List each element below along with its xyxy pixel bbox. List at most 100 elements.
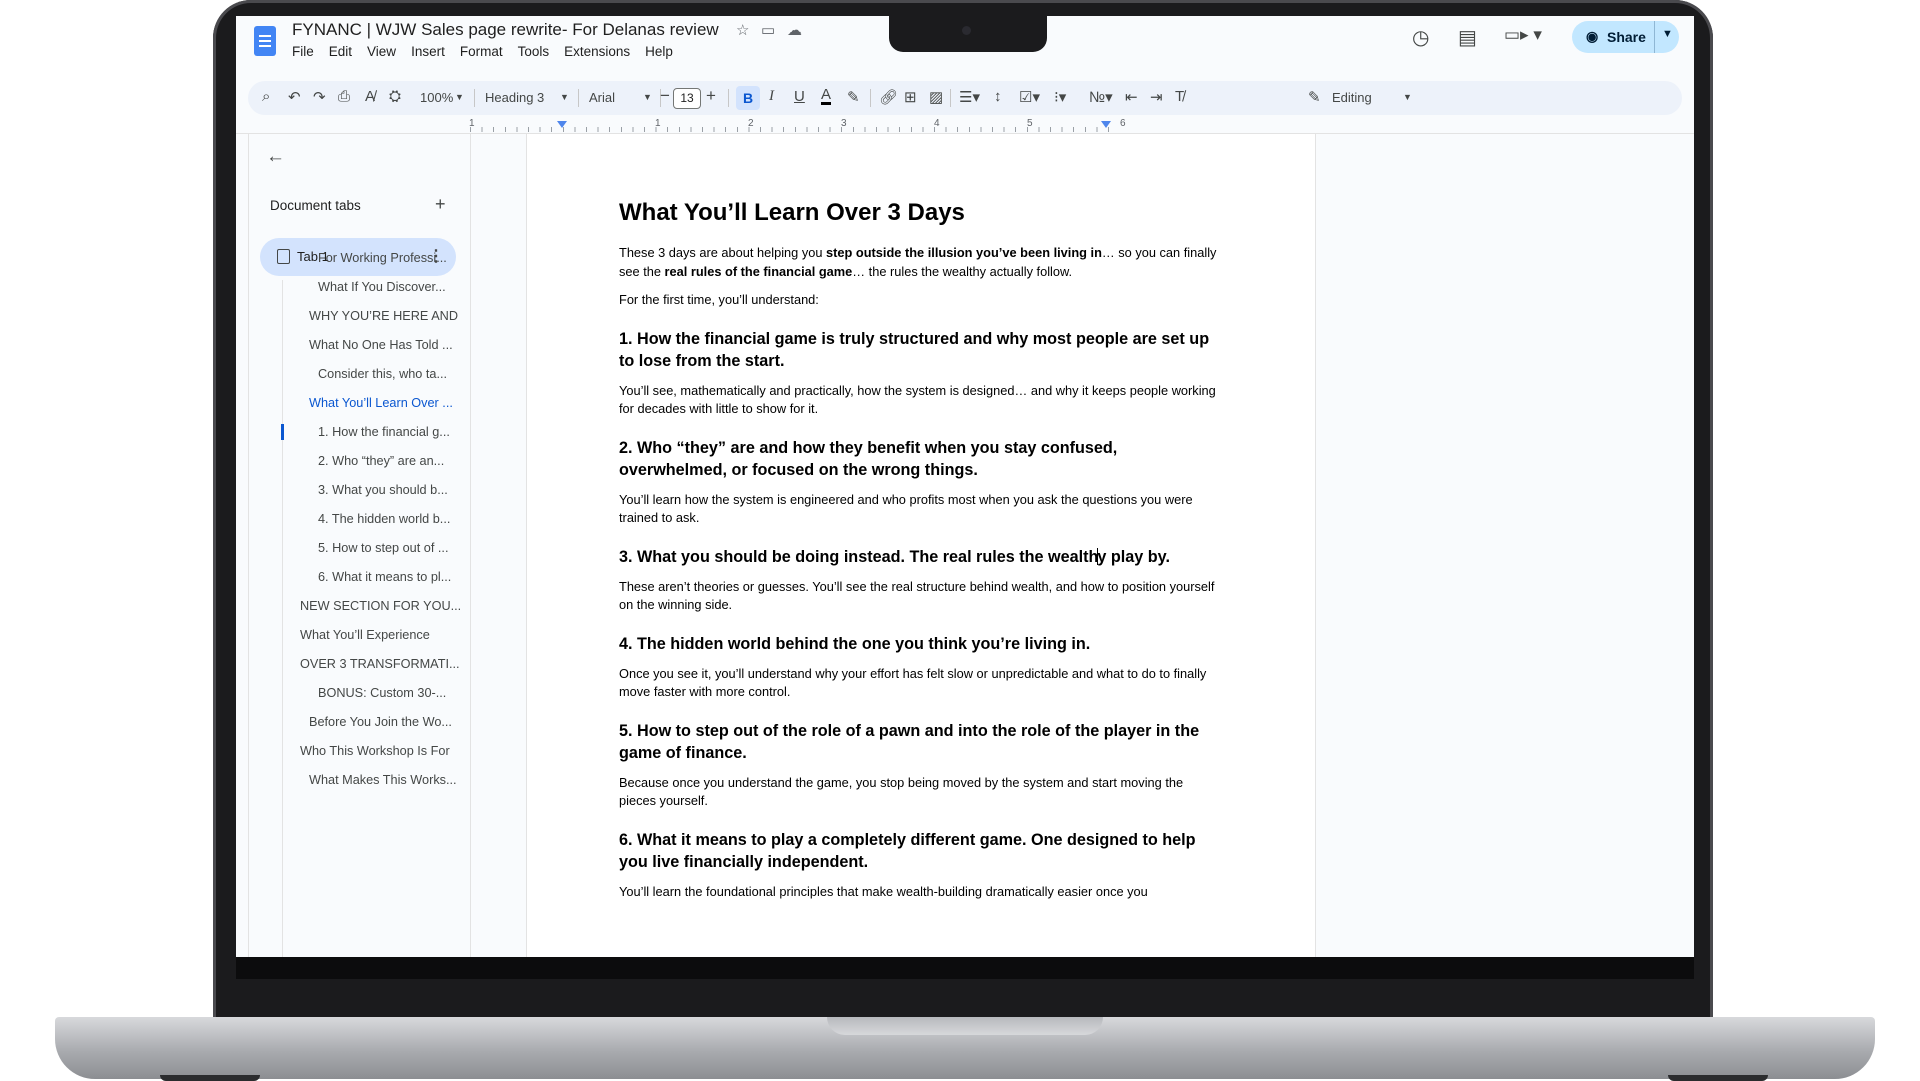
share-button[interactable]: ◉ Share ▼ bbox=[1572, 21, 1679, 53]
toolbar: ⌕ ↶ ↷ ⎙ A̸ ⛭ 100% ▼ Heading 3 ▼ Arial ▼ … bbox=[248, 81, 1682, 115]
undo-icon[interactable]: ↶ bbox=[288, 88, 301, 106]
style-select[interactable]: Heading 3 bbox=[485, 90, 544, 105]
outline-item[interactable]: For Working Professi... bbox=[318, 251, 447, 265]
search-icon[interactable]: ⌕ bbox=[262, 88, 270, 105]
sidebar-divider bbox=[470, 134, 471, 957]
mode-dropdown-icon[interactable]: ▼ bbox=[1403, 92, 1412, 102]
section-heading-6: 6. What it means to play a completely di… bbox=[619, 830, 1196, 871]
document-page[interactable]: What You’ll Learn Over 3 Days These 3 da… bbox=[526, 134, 1316, 957]
menu-bar: File Edit View Insert Format Tools Exten… bbox=[292, 44, 673, 59]
ruler-label: 6 bbox=[1120, 118, 1126, 129]
numbered-list-icon[interactable]: №▾ bbox=[1089, 88, 1113, 106]
outline-item[interactable]: 1. How the financial g... bbox=[318, 425, 450, 439]
highlight-icon[interactable]: ✎ bbox=[847, 88, 860, 106]
editing-mode-select[interactable]: Editing bbox=[1332, 90, 1372, 105]
add-comment-icon[interactable]: ⊞ bbox=[904, 88, 917, 106]
section-paragraph-3: These aren’t theories or guesses. You’ll… bbox=[619, 578, 1215, 613]
image-icon[interactable]: ▨ bbox=[929, 88, 943, 106]
history-icon[interactable]: ◷ bbox=[1412, 25, 1429, 50]
outline-item[interactable]: What If You Discover... bbox=[318, 280, 446, 294]
page-heading: What You’ll Learn Over 3 Days bbox=[619, 199, 965, 226]
align-icon[interactable]: ☰▾ bbox=[959, 88, 980, 106]
document-title[interactable]: FYNANC | WJW Sales page rewrite- For Del… bbox=[292, 20, 719, 40]
meet-icon[interactable]: ▭▸ ▾ bbox=[1504, 25, 1542, 45]
font-select[interactable]: Arial bbox=[589, 90, 615, 105]
outline-item[interactable]: 3. What you should b... bbox=[318, 483, 448, 497]
laptop-foot-right bbox=[1668, 1075, 1768, 1081]
bullet-list-icon[interactable]: ⁝▾ bbox=[1054, 88, 1066, 106]
zoom-dropdown-icon[interactable]: ▼ bbox=[455, 92, 464, 102]
outline-active-indicator bbox=[281, 424, 284, 440]
toolbar-divider bbox=[474, 89, 475, 107]
cloud-icon[interactable]: ☁ bbox=[787, 21, 802, 39]
zoom-select[interactable]: 100% bbox=[420, 90, 453, 105]
docs-logo-icon[interactable] bbox=[254, 26, 276, 56]
back-arrow-icon[interactable]: ← bbox=[266, 146, 285, 168]
link-icon[interactable]: 🔗︎ bbox=[879, 88, 898, 106]
outline-item[interactable]: What You’ll Experience bbox=[300, 628, 430, 642]
outline-item[interactable]: Before You Join the Wo... bbox=[309, 715, 452, 729]
redo-icon[interactable]: ↷ bbox=[313, 88, 326, 106]
camera-notch bbox=[889, 16, 1047, 52]
menu-file[interactable]: File bbox=[292, 44, 314, 59]
outline-item[interactable]: NEW SECTION FOR YOU... bbox=[300, 599, 461, 613]
section-paragraph-4: Once you see it, you’ll understand why y… bbox=[619, 665, 1207, 700]
screen: FYNANC | WJW Sales page rewrite- For Del… bbox=[236, 16, 1694, 957]
outline-item[interactable]: 6. What it means to pl... bbox=[318, 570, 451, 584]
outline-item[interactable]: Consider this, who ta... bbox=[318, 367, 447, 381]
spellcheck-icon[interactable]: A̸ bbox=[365, 88, 375, 105]
italic-button[interactable]: I bbox=[769, 88, 774, 105]
document-icon bbox=[277, 249, 290, 264]
intro-paragraph: These 3 days are about helping you step … bbox=[619, 245, 1217, 279]
outline-item[interactable]: BONUS: Custom 30-... bbox=[318, 686, 446, 700]
outline-item[interactable]: What No One Has Told ... bbox=[309, 338, 453, 352]
menu-edit[interactable]: Edit bbox=[329, 44, 352, 59]
style-dropdown-icon[interactable]: ▼ bbox=[560, 92, 569, 102]
text-color-button[interactable]: A bbox=[821, 87, 832, 105]
menu-help[interactable]: Help bbox=[645, 44, 673, 59]
outline-item-active[interactable]: What You’ll Learn Over ... bbox=[309, 396, 453, 410]
print-icon[interactable]: ⎙ bbox=[338, 88, 350, 105]
globe-icon: ◉ bbox=[1586, 28, 1599, 44]
bold-button[interactable]: B bbox=[736, 86, 760, 110]
share-dropdown-icon[interactable]: ▼ bbox=[1662, 28, 1673, 40]
section-heading-5: 5. How to step out of the role of a pawn… bbox=[619, 721, 1200, 762]
star-icon[interactable]: ☆ bbox=[736, 21, 749, 39]
decrease-font-icon[interactable]: − bbox=[660, 86, 670, 106]
menu-extensions[interactable]: Extensions bbox=[564, 44, 630, 59]
indent-increase-icon[interactable]: ⇥ bbox=[1150, 88, 1163, 106]
document-tabs-sidebar: ← Document tabs + Tab 1 ⋮ For Working Pr… bbox=[248, 134, 470, 957]
share-label: Share bbox=[1607, 29, 1646, 45]
font-size-input[interactable]: 13 bbox=[673, 88, 701, 109]
menu-tools[interactable]: Tools bbox=[518, 44, 550, 59]
section-paragraph-2: You’ll learn how the system is engineere… bbox=[619, 491, 1193, 526]
underline-button[interactable]: U bbox=[794, 88, 805, 105]
left-indent-marker[interactable] bbox=[557, 121, 567, 128]
outline-item[interactable]: 5. How to step out of ... bbox=[318, 541, 448, 555]
outline-item[interactable]: OVER 3 TRANSFORMATI... bbox=[300, 657, 460, 671]
clear-format-icon[interactable]: T̸ bbox=[1175, 88, 1184, 105]
indent-decrease-icon[interactable]: ⇤ bbox=[1125, 88, 1138, 106]
increase-font-icon[interactable]: + bbox=[706, 86, 716, 106]
line-spacing-icon[interactable]: ↕ bbox=[994, 88, 1002, 105]
menu-format[interactable]: Format bbox=[460, 44, 503, 59]
lead-in-paragraph: For the first time, you’ll understand: bbox=[619, 292, 819, 307]
outline-item[interactable]: 2. Who “they” are an... bbox=[318, 454, 444, 468]
font-dropdown-icon[interactable]: ▼ bbox=[643, 92, 652, 102]
menu-insert[interactable]: Insert bbox=[411, 44, 445, 59]
comment-icon[interactable]: ▤ bbox=[1458, 25, 1477, 50]
section-heading-2: 2. Who “they” are and how they benefit w… bbox=[619, 438, 1118, 479]
paint-format-icon[interactable]: ⛭ bbox=[389, 88, 401, 105]
outline-item[interactable]: What Makes This Works... bbox=[309, 773, 457, 787]
outline-rail bbox=[282, 280, 283, 957]
right-indent-marker[interactable] bbox=[1101, 121, 1111, 128]
menu-view[interactable]: View bbox=[367, 44, 396, 59]
outline-item[interactable]: Who This Workshop Is For bbox=[300, 744, 450, 758]
document-body[interactable]: What You’ll Learn Over 3 Days These 3 da… bbox=[619, 198, 1219, 911]
outline-item[interactable]: WHY YOU’RE HERE AND bbox=[309, 309, 458, 323]
section-paragraph-6: You’ll learn the foundational principles… bbox=[619, 883, 1148, 899]
folder-icon[interactable]: ▭ bbox=[761, 21, 775, 39]
checklist-icon[interactable]: ☑▾ bbox=[1019, 88, 1040, 106]
add-tab-icon[interactable]: + bbox=[435, 194, 446, 215]
outline-item[interactable]: 4. The hidden world b... bbox=[318, 512, 450, 526]
